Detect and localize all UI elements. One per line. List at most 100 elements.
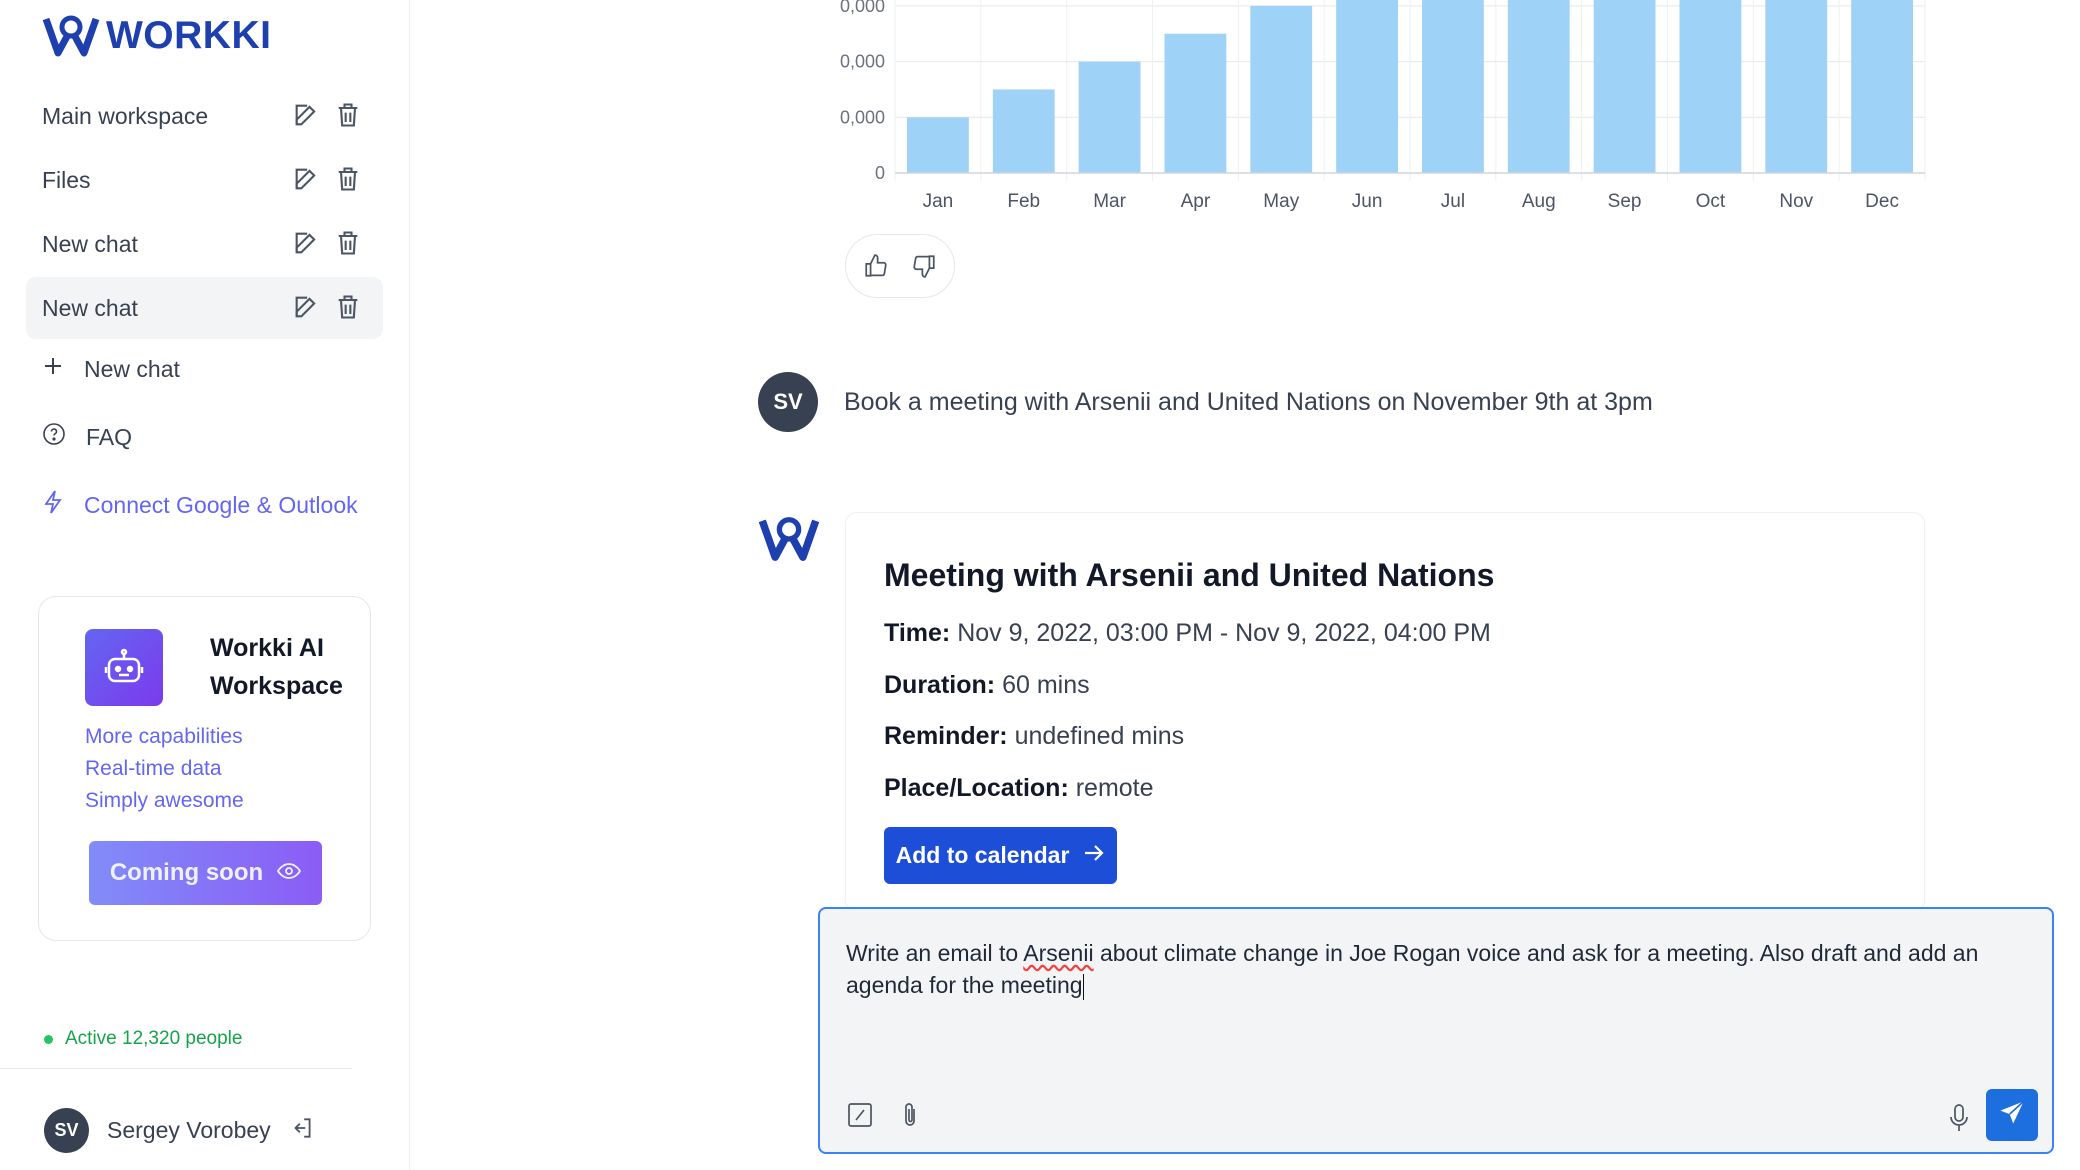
connect-label: Connect Google & Outlook (84, 491, 358, 518)
x-tick-label: Feb (1007, 191, 1040, 212)
x-tick-label: Jun (1352, 191, 1383, 212)
time-label: Time: (884, 619, 951, 647)
faq-link[interactable]: FAQ (42, 422, 132, 452)
misspelled-word: Arsenii (1023, 940, 1094, 966)
user-message: SV Book a meeting with Arsenii and Unite… (758, 372, 1653, 432)
thumbs-up-icon[interactable] (863, 253, 889, 279)
new-chat-button[interactable]: New chat (42, 355, 180, 383)
edit-icon[interactable] (291, 291, 321, 323)
plus-icon (42, 355, 64, 383)
place-label: Place/Location: (884, 774, 1069, 802)
bar-apr (1164, 33, 1227, 173)
promo-feature: More capabilities (85, 725, 243, 748)
x-tick-label: Jan (923, 191, 954, 212)
workki-logo[interactable]: WORKKI (42, 14, 271, 58)
bar-sep (1593, 0, 1656, 173)
x-tick-label: Aug (1522, 191, 1556, 212)
sidebar: WORKKI Main workspace Files New chat New… (0, 0, 410, 1170)
coming-soon-button[interactable]: Coming soon (89, 841, 322, 905)
x-tick-label: Oct (1696, 191, 1726, 212)
workspace-item-new-chat[interactable]: New chat (26, 213, 383, 275)
time-value: Nov 9, 2022, 03:00 PM - Nov 9, 2022, 04:… (957, 619, 1491, 647)
bar-mar (1078, 61, 1141, 173)
trash-icon[interactable] (333, 99, 363, 131)
bar-jul (1422, 0, 1484, 173)
user-profile[interactable]: SV Sergey Vorobey (44, 1108, 315, 1153)
reminder-label: Reminder: (884, 722, 1008, 750)
x-tick-label: Apr (1181, 191, 1211, 212)
promo-feature: Simply awesome (85, 789, 244, 812)
meeting-time: Time: Nov 9, 2022, 03:00 PM - Nov 9, 202… (884, 619, 1491, 648)
help-circle-icon (42, 422, 66, 452)
edit-icon[interactable] (291, 227, 321, 259)
new-chat-label: New chat (84, 355, 180, 382)
coming-soon-label: Coming soon (109, 859, 264, 886)
add-to-calendar-label: Add to calendar (895, 842, 1070, 868)
user-name: Sergey Vorobey (107, 1117, 271, 1143)
bar-jun (1336, 0, 1398, 173)
feedback-pill (845, 234, 955, 298)
place-value: remote (1075, 774, 1154, 802)
y-tick-label: 0 (875, 163, 885, 183)
promo-feature: Real-time data (85, 757, 222, 780)
reminder-value: undefined mins (1014, 722, 1185, 750)
duration-value: 60 mins (1002, 671, 1090, 699)
brand-name: WORKKI (106, 14, 272, 57)
promo-features: More capabilities Real-time data Simply … (85, 721, 244, 817)
edit-icon[interactable] (291, 163, 321, 195)
composer-text-part: Write an email to (846, 940, 1024, 966)
workki-bot-icon (758, 516, 820, 567)
active-users-label: Active 12,320 people (65, 1028, 243, 1049)
bar-feb (992, 89, 1055, 173)
meeting-duration: Duration: 60 mins (884, 671, 1090, 700)
bar-aug (1507, 0, 1570, 173)
workspace-label: Main workspace (42, 102, 209, 129)
thumbs-down-icon[interactable] (911, 253, 937, 279)
x-tick-label: Jul (1441, 191, 1465, 212)
add-to-calendar-button[interactable]: Add to calendar (884, 827, 1117, 884)
x-tick-label: Mar (1093, 191, 1126, 212)
bar-chart: 0 10,000 20,000 30,000 Jan Feb Mar Apr May Jun Jul… (830, 0, 1930, 225)
eye-icon (277, 859, 302, 887)
slash-command-icon[interactable] (846, 1101, 874, 1129)
meeting-title: Meeting with Arsenii and United Nations (884, 557, 1495, 593)
y-tick-label: 10,000 (840, 107, 885, 127)
microphone-icon[interactable] (1948, 1103, 1970, 1133)
meeting-reminder: Reminder: undefined mins (884, 722, 1184, 751)
workspace-item-main[interactable]: Main workspace (26, 85, 383, 147)
user-message-text: Book a meeting with Arsenii and United N… (844, 387, 1653, 416)
paperclip-icon[interactable] (900, 1101, 920, 1129)
y-tick-label: 30,000 (840, 0, 885, 16)
x-tick-label: Sep (1608, 191, 1642, 212)
robot-icon (85, 629, 163, 706)
edit-icon[interactable] (291, 99, 321, 131)
x-tick-label: Nov (1779, 191, 1813, 212)
x-tick-label: May (1263, 191, 1299, 212)
message-composer[interactable]: Write an email to Arsenii about climate … (818, 907, 2054, 1154)
y-tick-label: 20,000 (840, 52, 885, 72)
bar-nov (1765, 0, 1828, 173)
trash-icon[interactable] (333, 227, 363, 259)
workspace-item-files[interactable]: Files (26, 149, 383, 211)
trash-icon[interactable] (333, 291, 363, 323)
workspace-label: New chat (42, 294, 138, 321)
composer-tools (846, 1101, 920, 1129)
trash-icon[interactable] (333, 163, 363, 195)
logout-icon[interactable] (289, 1115, 315, 1146)
send-icon (1998, 1099, 2026, 1132)
bar-dec (1851, 0, 1913, 173)
meeting-card: Meeting with Arsenii and United Nations … (845, 512, 1925, 912)
online-dot-icon (44, 1034, 53, 1044)
composer-input[interactable]: Write an email to Arsenii about climate … (846, 937, 1996, 1001)
connect-google-outlook-link[interactable]: Connect Google & Outlook (42, 489, 358, 521)
avatar: SV (758, 372, 818, 432)
bar-jan (907, 117, 969, 173)
bar-chart-svg: 0 10,000 20,000 30,000 Jan Feb Mar Apr May Jun Jul… (830, 0, 1926, 212)
duration-label: Duration: (884, 671, 996, 699)
sidebar-divider (0, 1068, 352, 1069)
workspace-item-new-chat-active[interactable]: New chat (26, 277, 383, 339)
meeting-place: Place/Location: remote (884, 774, 1154, 803)
workspace-label: New chat (42, 230, 138, 257)
send-button[interactable] (1986, 1089, 2038, 1141)
text-caret (1082, 973, 1084, 1000)
